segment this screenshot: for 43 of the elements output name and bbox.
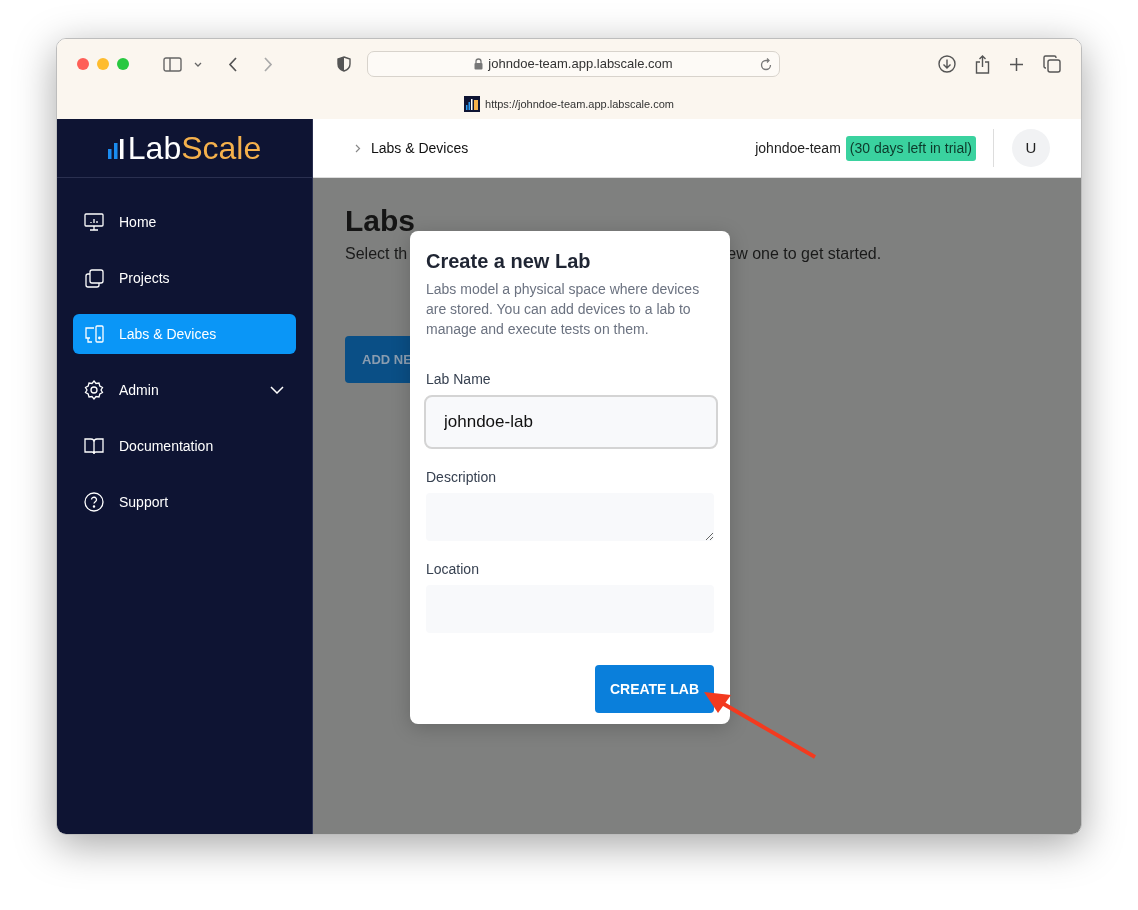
logo[interactable]: LabScale: [57, 119, 312, 178]
page-subtitle: Select th: [345, 244, 408, 264]
lock-icon: [474, 58, 484, 70]
shield-icon[interactable]: [337, 56, 351, 72]
devices-icon: [83, 323, 105, 345]
back-icon[interactable]: [228, 56, 237, 72]
sidebar-item[interactable]: Documentation: [73, 426, 296, 466]
book-icon: [83, 435, 105, 457]
field-label: Description: [426, 468, 498, 487]
sidebar-toggle-icon[interactable]: [163, 56, 182, 72]
monitor-icon: [83, 211, 105, 233]
tab-url: https://johndoe-team.app.labscale.com: [485, 96, 674, 112]
sidebar-item[interactable]: Support: [73, 482, 296, 522]
address-bar[interactable]: johndoe-team.app.labscale.com: [367, 51, 780, 77]
field-label: Location: [426, 560, 480, 579]
team-name: johndoe-team: [755, 138, 841, 158]
sidebar-item[interactable]: Admin: [73, 370, 296, 410]
chevron-right-icon: [355, 143, 361, 153]
share-icon[interactable]: [975, 54, 990, 74]
page-title: Labs: [345, 203, 417, 239]
favicon-icon: [464, 96, 480, 112]
download-icon[interactable]: [938, 55, 956, 73]
gear-icon: [83, 379, 105, 401]
help-icon: [83, 491, 105, 513]
sidebar-item[interactable]: Home: [73, 202, 296, 242]
plus-icon[interactable]: [1009, 56, 1024, 72]
close-window-button[interactable]: [77, 58, 89, 70]
modal-title: Create a new Lab: [426, 249, 592, 274]
logo-text: Lab: [127, 132, 182, 164]
description-field[interactable]: [426, 493, 714, 541]
trial-badge: (30 days left in trial): [845, 135, 976, 161]
breadcrumb[interactable]: Labs & Devices: [371, 137, 469, 159]
text-field[interactable]: johndoe-lab: [424, 395, 718, 449]
user-avatar[interactable]: U: [1012, 129, 1050, 167]
create-lab-button[interactable]: CREATE LAB: [595, 665, 714, 713]
sidebar-item[interactable]: Projects: [73, 258, 296, 298]
address-text: johndoe-team.app.labscale.com: [488, 55, 673, 74]
tabs-overview-icon[interactable]: [1043, 55, 1061, 73]
copies-icon: [83, 267, 105, 289]
modal-description: Labs model a physical space where devices are stored. You can add devices to a lab to manage and execute tests on them.: [426, 280, 701, 339]
logo-text: Scale: [181, 132, 262, 164]
reload-icon[interactable]: [760, 57, 772, 71]
field-label: Lab Name: [426, 370, 492, 389]
